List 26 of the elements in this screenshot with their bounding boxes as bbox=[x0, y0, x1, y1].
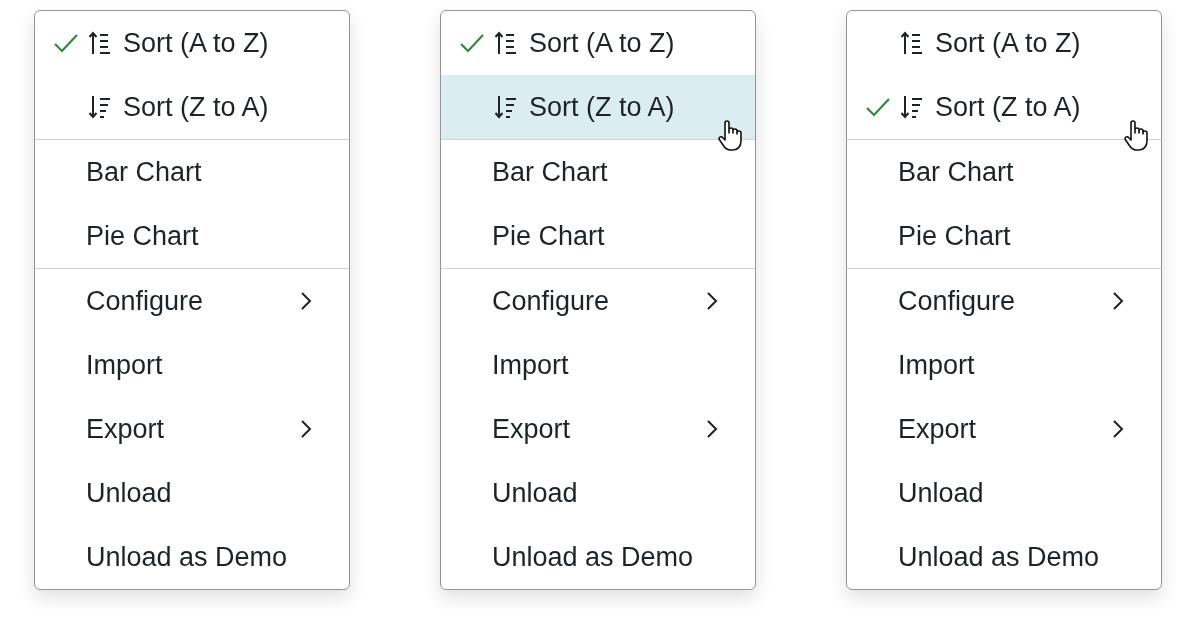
menu-item[interactable]: Configure bbox=[441, 269, 755, 333]
menu-item[interactable]: Sort (A to Z) bbox=[441, 11, 755, 75]
menu-item[interactable]: Configure bbox=[35, 269, 349, 333]
menu-item[interactable]: Pie Chart bbox=[441, 204, 755, 268]
menu-item[interactable]: Unload bbox=[847, 461, 1161, 525]
menu-item[interactable]: Unload as Demo bbox=[35, 525, 349, 589]
menu-item[interactable]: Import bbox=[35, 333, 349, 397]
menu-item[interactable]: Import bbox=[847, 333, 1161, 397]
menu-item[interactable]: Sort (A to Z) bbox=[847, 11, 1161, 75]
menu-item[interactable]: Bar Chart bbox=[35, 140, 349, 204]
menu-item[interactable]: Pie Chart bbox=[35, 204, 349, 268]
menu-item[interactable]: Sort (Z to A) bbox=[35, 75, 349, 139]
menu-item[interactable]: Unload bbox=[35, 461, 349, 525]
menu-item[interactable]: Export bbox=[847, 397, 1161, 461]
menu-item[interactable]: Configure bbox=[847, 269, 1161, 333]
menu-item[interactable]: Sort (A to Z) bbox=[35, 11, 349, 75]
menu-item[interactable]: Import bbox=[441, 333, 755, 397]
menu-item[interactable]: Export bbox=[35, 397, 349, 461]
menu-item[interactable]: Bar Chart bbox=[441, 140, 755, 204]
menu-item[interactable]: Sort (Z to A) bbox=[847, 75, 1161, 139]
menu-item[interactable]: Pie Chart bbox=[847, 204, 1161, 268]
menu-item[interactable]: Bar Chart bbox=[847, 140, 1161, 204]
menu-item[interactable]: Unload as Demo bbox=[847, 525, 1161, 589]
menu-item[interactable]: Export bbox=[441, 397, 755, 461]
menu-item[interactable]: Unload bbox=[441, 461, 755, 525]
menu-item[interactable]: Unload as Demo bbox=[441, 525, 755, 589]
